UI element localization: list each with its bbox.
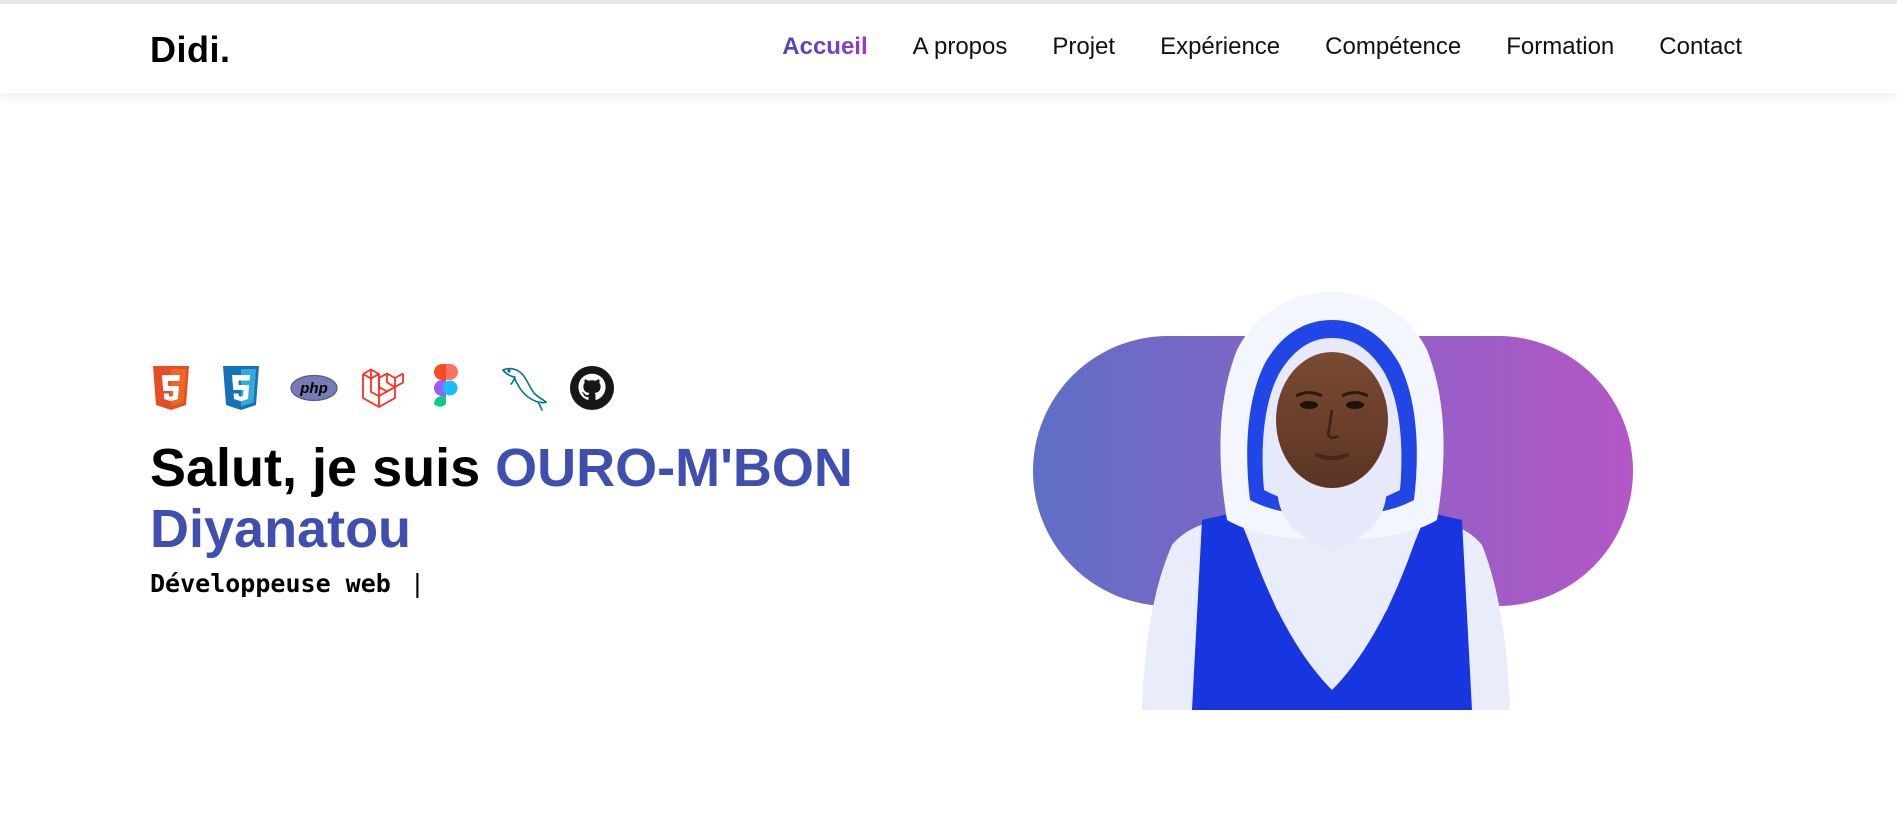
php-icon: php <box>290 363 360 413</box>
nav-formation[interactable]: Formation <box>1506 33 1614 61</box>
nav-contact[interactable]: Contact <box>1659 33 1742 61</box>
mysql-icon <box>500 363 570 413</box>
nav-projet[interactable]: Projet <box>1052 33 1115 61</box>
hero-title: Salut, je suis OURO-M'BON Diyanatou <box>150 438 910 560</box>
main-menu: Accueil A propos Projet Expérience Compé… <box>782 33 1742 61</box>
navbar: Didi. Accueil A propos Projet Expérience… <box>0 4 1897 93</box>
figma-icon <box>430 363 500 413</box>
site-logo[interactable]: Didi. <box>150 29 231 71</box>
html5-icon <box>150 363 220 413</box>
hero-role: Développeuse web | <box>150 569 425 598</box>
hero-greeting: Salut, je suis <box>150 438 496 498</box>
hero-role-text: Développeuse web <box>150 569 391 598</box>
laravel-icon <box>360 363 430 413</box>
svg-text:php: php <box>299 380 328 397</box>
css3-icon <box>220 363 290 413</box>
nav-experience[interactable]: Expérience <box>1160 33 1280 61</box>
hero-illustration <box>1032 250 1634 710</box>
github-icon <box>570 363 640 413</box>
nav-a-propos[interactable]: A propos <box>913 33 1008 61</box>
nav-accueil[interactable]: Accueil <box>782 33 867 61</box>
typing-cursor: | <box>409 569 425 598</box>
tech-icons: php <box>150 363 640 413</box>
nav-competence[interactable]: Compétence <box>1325 33 1461 61</box>
